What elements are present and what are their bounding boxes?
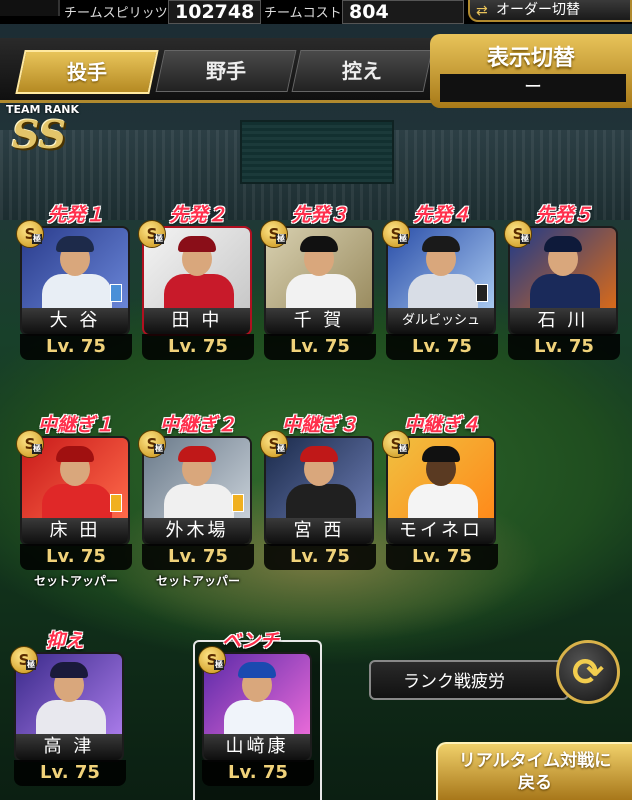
position-tab-bar: 投手 野手 控え: [0, 38, 440, 103]
team-spirit-label: チームスピリッツ: [64, 6, 168, 21]
scoreboard-screen: [240, 120, 394, 184]
star-grade-icon: S極: [504, 220, 532, 248]
closer-slot[interactable]: 抑え S極 高 津 Lv. 75: [10, 626, 126, 788]
tab-pitcher[interactable]: 投手: [15, 50, 159, 94]
display-toggle-value: ー: [440, 74, 626, 102]
player-name: 宮 西: [266, 518, 372, 544]
player-cap: [56, 446, 94, 462]
player-cap: [50, 662, 88, 678]
player-cap: [300, 236, 338, 252]
reliever-slot-2[interactable]: 中継ぎ２ S極 外木場 Lv. 75 セットアッパー: [138, 410, 254, 590]
team-rank-value: SS: [12, 112, 67, 157]
player-cap: [422, 236, 460, 252]
player-cap: [178, 236, 216, 252]
tab-fielder-label: 野手: [206, 59, 246, 83]
player-level: Lv. 75: [142, 544, 254, 570]
role-subtitle: セットアッパー: [155, 574, 240, 588]
player-level: Lv. 75: [264, 334, 376, 360]
player-name: ダルビッシュ: [388, 308, 494, 334]
starter-slot-2[interactable]: 先発２ S極 田 中 Lv. 75: [138, 200, 254, 362]
player-name: 床 田: [22, 518, 128, 544]
star-grade-icon: S極: [16, 220, 44, 248]
player-level: Lv. 75: [202, 760, 314, 786]
starter-slot-4[interactable]: 先発４ S極 ダルビッシュ Lv. 75: [382, 200, 498, 362]
player-name: 田 中: [144, 308, 250, 334]
reliever-slot-1[interactable]: 中継ぎ１ S極 床 田 Lv. 75 セットアッパー: [16, 410, 132, 590]
player-cap: [238, 662, 276, 678]
player-level: Lv. 75: [386, 544, 498, 570]
player-level: Lv. 75: [264, 544, 376, 570]
star-grade-icon: S極: [382, 430, 410, 458]
player-level: Lv. 75: [20, 544, 132, 570]
player-cap: [56, 236, 94, 252]
order-switch-label: オーダー切替: [496, 2, 580, 18]
realtime-button-line2: 戻る: [518, 773, 552, 793]
star-grade-icon: S極: [16, 430, 44, 458]
starter-slot-1[interactable]: 先発１ S極 大 谷 Lv. 75: [16, 200, 132, 362]
player-cap: [544, 236, 582, 252]
star-grade-icon: S極: [10, 646, 38, 674]
tab-fielder[interactable]: 野手: [155, 50, 297, 92]
team-cost-value: 804: [342, 0, 464, 24]
role-subtitle: セットアッパー: [33, 574, 118, 588]
tab-reserve-label: 控え: [342, 59, 382, 83]
player-level: Lv. 75: [20, 334, 132, 360]
star-grade-icon: S極: [260, 430, 288, 458]
player-level: Lv. 75: [142, 334, 254, 360]
swap-arrows-icon: ⇄: [476, 3, 488, 19]
star-grade-icon: S極: [138, 220, 166, 248]
player-cap: [178, 446, 216, 462]
player-cap: [422, 446, 460, 462]
handedness-marker: [110, 284, 122, 302]
player-name: 山﨑康: [204, 734, 310, 760]
player-name: 外木場: [144, 518, 250, 544]
display-toggle-button[interactable]: 表示切替 ー: [430, 34, 632, 108]
return-realtime-battle-button[interactable]: リアルタイム対戦に 戻る: [436, 742, 632, 800]
star-grade-icon: S極: [198, 646, 226, 674]
star-grade-icon: S極: [260, 220, 288, 248]
player-level: Lv. 75: [14, 760, 126, 786]
reliever-slot-3[interactable]: 中継ぎ３ S極 宮 西 Lv. 75: [260, 410, 376, 590]
top-status-bar: チームスピリッツ 102748 チームコスト 804 ⇄ オーダー切替: [0, 0, 632, 24]
player-level: Lv. 75: [508, 334, 620, 360]
player-name: 石 川: [510, 308, 616, 334]
top-left-block: [0, 0, 60, 16]
player-name: 大 谷: [22, 308, 128, 334]
handedness-marker: [232, 494, 244, 512]
display-toggle-title: 表示切替: [486, 46, 575, 71]
player-level: Lv. 75: [386, 334, 498, 360]
bench-slot[interactable]: ベンチ S極 山﨑康 Lv. 75: [198, 626, 314, 788]
team-cost-label: チームコスト: [264, 6, 342, 21]
rank-fatigue-label: ランク戦疲労: [403, 672, 505, 692]
handedness-marker: [110, 494, 122, 512]
player-name: 千 賀: [266, 308, 372, 334]
player-name: 高 津: [16, 734, 122, 760]
starter-slot-5[interactable]: 先発５ S極 石 川 Lv. 75: [504, 200, 620, 362]
handedness-marker: [476, 284, 488, 302]
tab-pitcher-label: 投手: [67, 60, 107, 84]
tab-reserve[interactable]: 控え: [291, 50, 433, 92]
starter-slot-3[interactable]: 先発３ S極 千 賀 Lv. 75: [260, 200, 376, 362]
star-grade-icon: S極: [382, 220, 410, 248]
rank-fatigue-button[interactable]: ランク戦疲労: [369, 660, 569, 700]
reliever-slot-4[interactable]: 中継ぎ４ S極 モイネロ Lv. 75: [382, 410, 498, 590]
realtime-button-line1: リアルタイム対戦に: [458, 751, 612, 771]
player-cap: [300, 446, 338, 462]
player-name: モイネロ: [388, 518, 494, 544]
team-spirit-value: 102748: [168, 0, 262, 24]
refresh-cycle-icon[interactable]: ⟳: [556, 640, 620, 704]
order-switch-button[interactable]: ⇄ オーダー切替: [468, 0, 632, 22]
star-grade-icon: S極: [138, 430, 166, 458]
